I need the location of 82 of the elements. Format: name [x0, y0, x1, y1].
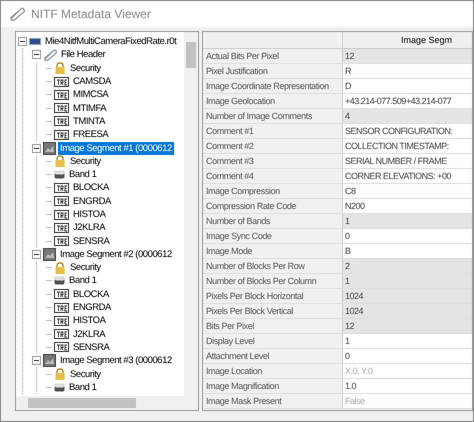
tree-item[interactable]: Band 1 — [67, 274, 98, 288]
tree-item[interactable]: Mie4NitfMultiCameraFixedRate.r0t — [43, 35, 178, 48]
tree-item[interactable]: Security — [68, 368, 103, 381]
tre-tag-icon — [54, 90, 69, 100]
tre-tag-icon — [54, 196, 69, 206]
tree-item[interactable]: HISTOA — [71, 314, 108, 328]
collapse-toggle[interactable] — [18, 37, 27, 46]
tree-item[interactable]: Band 1 — [67, 380, 98, 394]
tree-item[interactable]: TMINTA — [71, 114, 107, 128]
collapse-toggle[interactable] — [32, 356, 41, 366]
padlock-icon — [54, 262, 66, 274]
tre-tag-icon — [54, 289, 69, 300]
tree-item[interactable]: CAMSDA — [71, 75, 113, 88]
property-value: 12 — [343, 49, 472, 63]
property-value[interactable]: 0 — [343, 349, 472, 363]
property-value: 2 — [343, 259, 472, 273]
tree-item[interactable]: SENSRA — [71, 340, 112, 354]
image-icon — [43, 354, 56, 368]
tre-tag-icon — [54, 210, 69, 220]
tree-item[interactable]: MIMCSA — [71, 88, 110, 102]
property-value[interactable]: COLLECTION TIMESTAMP: — [343, 139, 472, 153]
property-value: 1 — [343, 274, 472, 288]
tree-item[interactable]: Security — [68, 261, 103, 274]
vertical-scrollbar[interactable] — [184, 32, 198, 396]
tree-item[interactable]: SENSRA — [71, 234, 112, 248]
horizontal-scrollbar[interactable] — [16, 396, 198, 410]
property-value[interactable]: +43.214-077.509+43.214-077 — [343, 94, 472, 108]
image-icon — [43, 248, 56, 261]
padlock-icon — [54, 155, 66, 168]
property-value[interactable]: 1.0 — [343, 379, 472, 393]
paperclip-icon — [9, 7, 25, 21]
tre-tag-icon — [54, 130, 69, 140]
collapse-toggle[interactable] — [32, 50, 41, 60]
property-value[interactable]: 1 — [343, 334, 472, 348]
window-title: NITF Metadata Viewer — [31, 6, 151, 23]
property-value[interactable]: 0 — [343, 229, 472, 243]
paperclip-icon — [43, 48, 57, 61]
property-value[interactable]: N200 — [343, 199, 472, 213]
tree-item[interactable]: BLOCKA — [71, 181, 111, 194]
property-value: 12 — [343, 319, 472, 333]
padlock-icon — [54, 62, 66, 74]
tree-item[interactable]: ENGRDA — [71, 194, 113, 208]
collapse-toggle[interactable] — [32, 144, 41, 153]
property-value[interactable]: B — [343, 244, 472, 258]
property-value: 4 — [343, 109, 472, 123]
nitf-badge-icon — [29, 38, 41, 46]
image-icon — [43, 142, 56, 155]
tree-item[interactable]: J2KLRA — [71, 221, 108, 234]
tree-item[interactable]: FREESA — [71, 128, 110, 142]
tre-tag-icon — [54, 236, 69, 246]
tre-tag-icon — [54, 76, 69, 87]
property-value: 1 — [343, 214, 472, 228]
tree-item[interactable]: Image Segment #2 (0000612 — [58, 248, 174, 261]
tree-item[interactable]: HISTOA — [71, 208, 108, 221]
property-value[interactable]: SENSOR CONFIGURATION: — [343, 124, 472, 138]
property-value: 1024 — [343, 304, 472, 318]
tre-tag-icon — [54, 302, 69, 313]
tree-item[interactable]: File Header — [59, 48, 108, 62]
collapse-toggle[interactable] — [32, 250, 41, 259]
tree-item[interactable]: Security — [68, 62, 103, 75]
tree-item[interactable]: MTIMFA — [71, 102, 108, 115]
tre-tag-icon — [54, 329, 69, 340]
tree-item[interactable]: Image Segment #3 (0000612 — [58, 354, 174, 368]
padlock-icon — [54, 368, 66, 380]
tre-tag-icon — [54, 103, 69, 114]
property-value[interactable]: C8 — [343, 184, 472, 198]
tree-item[interactable]: Image Segment #1 (0000612 — [58, 142, 174, 155]
tree-item[interactable]: Security — [68, 154, 103, 168]
tree-item[interactable]: BLOCKA — [71, 288, 111, 301]
tree-item[interactable]: Band 1 — [67, 168, 98, 182]
property-value[interactable]: SERIAL NUMBER / FRAME — [343, 154, 472, 168]
tre-tag-icon — [54, 182, 69, 193]
property-value[interactable]: D — [343, 79, 472, 93]
tree-item[interactable]: J2KLRA — [71, 328, 108, 341]
tree-item[interactable]: ENGRDA — [71, 301, 113, 314]
property-value[interactable]: CORNER ELEVATIONS: +00 — [343, 169, 472, 183]
property-value: 1024 — [343, 289, 472, 303]
tre-tag-icon — [54, 116, 69, 126]
tre-tag-icon — [54, 222, 69, 233]
property-value[interactable]: R — [343, 64, 472, 78]
tre-tag-icon — [54, 316, 69, 326]
tre-tag-icon — [54, 342, 69, 352]
